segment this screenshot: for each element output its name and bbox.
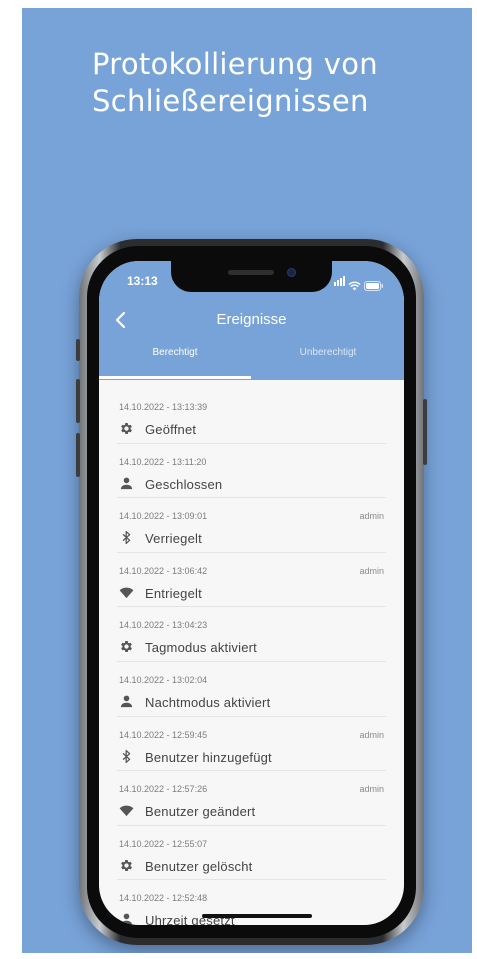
wifi-status-icon [348, 281, 361, 291]
event-timestamp: 14.10.2022 - 12:59:45 [119, 729, 208, 740]
wifi-icon [119, 803, 134, 818]
tab-berechtigt[interactable]: Berechtigt [99, 347, 251, 358]
front-camera [287, 268, 296, 277]
promo-headline: Protokollierung von Schließereignissen [92, 46, 378, 120]
event-row[interactable]: 14.10.2022 - 13:11:20 Geschlossen [117, 444, 386, 499]
wifi-icon [119, 585, 134, 600]
battery-icon [364, 281, 383, 291]
event-label: Nachtmodus aktiviert [145, 694, 271, 710]
headline-line-1: Protokollierung von [92, 47, 378, 81]
event-user: admin [359, 565, 384, 576]
event-timestamp: 14.10.2022 - 12:52:48 [119, 893, 208, 904]
event-row[interactable]: 14.10.2022 - 12:52:48 Uhrzeit gesetzt [117, 880, 386, 925]
person-icon [119, 912, 134, 925]
event-user: admin [359, 729, 384, 740]
event-label: Benutzer geändert [145, 804, 256, 820]
phone-screen: 13:13 Ereignisse Berechtigt Unberechtigt… [99, 261, 404, 925]
event-row[interactable]: 14.10.2022 - 13:02:04 Nachtmodus aktivier… [117, 662, 386, 717]
event-row[interactable]: 14.10.2022 - 13:09:01 admin Verriegelt [117, 498, 386, 553]
event-list: 14.10.2022 - 13:13:39 Geöffnet 14.10.2022 … [99, 380, 404, 925]
signal-icon [333, 273, 345, 291]
phone-notch [171, 261, 332, 292]
earpiece-speaker [228, 270, 274, 275]
tab-unberechtigt[interactable]: Unberechtigt [252, 347, 404, 358]
event-timestamp: 14.10.2022 - 13:04:23 [119, 620, 208, 631]
event-label: Benutzer hinzugefügt [145, 749, 272, 765]
gear-icon [119, 639, 134, 654]
person-icon [119, 476, 134, 491]
person-icon [119, 694, 134, 709]
event-user: admin [359, 784, 384, 795]
bluetooth-icon [119, 749, 134, 764]
status-icons [333, 273, 384, 291]
event-label: Geschlossen [145, 476, 223, 492]
status-time: 13:13 [127, 274, 158, 288]
event-timestamp: 14.10.2022 - 12:57:26 [119, 784, 208, 795]
bluetooth-icon [119, 530, 134, 545]
event-row[interactable]: 14.10.2022 - 13:04:23 Tagmodus aktiviert [117, 607, 386, 662]
event-label: Benutzer gelöscht [145, 858, 253, 874]
event-label: Entriegelt [145, 585, 202, 601]
gear-icon [119, 858, 134, 873]
headline-line-2: Schließereignissen [92, 84, 369, 118]
event-row[interactable]: 14.10.2022 - 12:55:07 Benutzer gelöscht [117, 826, 386, 881]
event-timestamp: 14.10.2022 - 13:06:42 [119, 565, 208, 576]
event-row[interactable]: 14.10.2022 - 13:06:42 admin Entriegelt [117, 553, 386, 608]
home-indicator[interactable] [202, 914, 312, 918]
page-title: Ereignisse [216, 311, 287, 328]
power-button [423, 399, 427, 465]
event-user: admin [359, 511, 384, 522]
promo-background: Protokollierung von Schließereignissen 1… [22, 8, 472, 953]
active-tab-indicator [99, 376, 251, 379]
event-label: Tagmodus aktiviert [145, 640, 257, 656]
volume-up-button [76, 379, 80, 423]
volume-down-button [76, 433, 80, 477]
phone-frame: 13:13 Ereignisse Berechtigt Unberechtigt… [76, 239, 427, 945]
event-label: Verriegelt [145, 531, 202, 547]
event-row[interactable]: 14.10.2022 - 12:59:45 admin Benutzer hinzu… [117, 717, 386, 772]
event-row[interactable]: 14.10.2022 - 13:13:39 Geöffnet [117, 389, 386, 444]
event-timestamp: 14.10.2022 - 13:13:39 [119, 402, 208, 412]
mute-switch [76, 339, 80, 361]
gear-icon [119, 421, 134, 436]
event-row[interactable]: 14.10.2022 - 12:57:26 admin Benutzer geänd… [117, 771, 386, 826]
event-timestamp: 14.10.2022 - 13:11:20 [119, 456, 207, 467]
event-timestamp: 14.10.2022 - 12:55:07 [119, 838, 208, 849]
event-label: Geöffnet [145, 422, 197, 437]
event-timestamp: 14.10.2022 - 13:09:01 [119, 511, 208, 522]
event-timestamp: 14.10.2022 - 13:02:04 [119, 674, 208, 685]
